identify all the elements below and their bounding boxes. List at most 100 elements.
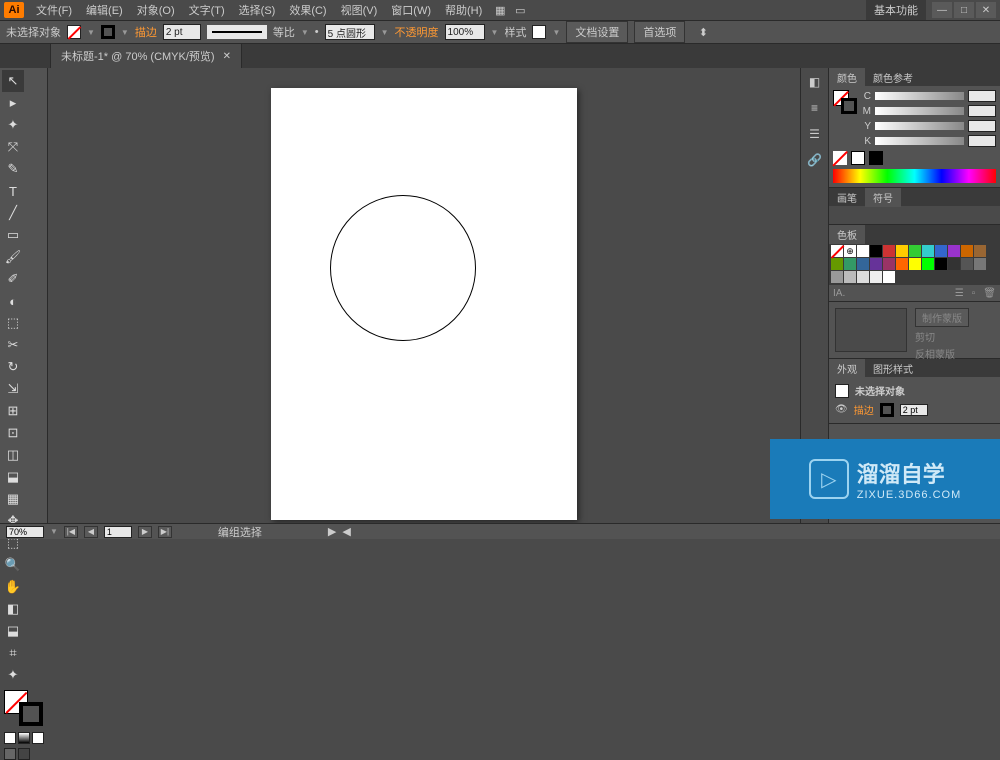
eraser-tool[interactable]: ⬚ (2, 312, 24, 334)
tab-appearance[interactable]: 外观 (829, 359, 865, 378)
blob-brush-tool[interactable]: ◐ (2, 290, 24, 312)
swatch[interactable] (974, 245, 986, 257)
prev-artboard-button[interactable]: ◀ (84, 526, 98, 538)
type-tool[interactable]: T (2, 180, 24, 202)
menu-type[interactable]: 文字(T) (183, 0, 231, 20)
close-tab-icon[interactable]: ✕ (223, 51, 231, 62)
swatch-registration[interactable]: ⊕ (844, 245, 856, 257)
black-swatch[interactable] (869, 151, 883, 165)
menu-object[interactable]: 对象(O) (131, 0, 181, 20)
delete-swatch-icon[interactable]: 🗑 (983, 288, 996, 299)
preferences-button[interactable]: 首选项 (634, 21, 685, 43)
gradient-mode-button[interactable] (18, 732, 30, 744)
selection-tool[interactable]: ↖ (2, 70, 24, 92)
tab-color[interactable]: 颜色 (829, 68, 865, 87)
column-graph-tool[interactable]: ✋ (2, 576, 24, 598)
workspace-switcher[interactable]: 基本功能 (866, 0, 926, 20)
swatch[interactable] (922, 245, 934, 257)
new-swatch-icon[interactable]: ▫ (972, 288, 976, 299)
menu-window[interactable]: 窗口(W) (385, 0, 437, 20)
paintbrush-tool[interactable]: 🖌 (2, 246, 24, 268)
hand-tool[interactable]: ⌗ (2, 642, 24, 664)
white-swatch[interactable] (851, 151, 865, 165)
swatch[interactable] (870, 245, 882, 257)
circle-shape[interactable] (330, 195, 476, 341)
swatch-none[interactable] (831, 245, 843, 257)
swatch-lib-icon[interactable]: IA. (833, 288, 845, 299)
tab-swatches[interactable]: 色板 (829, 225, 865, 244)
swatch[interactable] (844, 271, 856, 283)
c-slider[interactable] (875, 92, 964, 100)
none-mode-button[interactable] (32, 732, 44, 744)
document-tab[interactable]: 未标题-1* @ 70% (CMYK/预览) ✕ (50, 43, 242, 69)
mask-preview[interactable] (835, 308, 907, 352)
swatch[interactable] (870, 258, 882, 270)
swatch[interactable] (909, 258, 921, 270)
swatch[interactable] (883, 271, 895, 283)
menu-edit[interactable]: 编辑(E) (80, 0, 129, 20)
canvas-area[interactable] (48, 68, 800, 523)
brush-profile-input[interactable] (325, 24, 375, 40)
tab-graphic-styles[interactable]: 图形样式 (865, 359, 921, 378)
shape-builder-tool[interactable]: ⊡ (2, 422, 24, 444)
minimize-button[interactable]: — (932, 2, 952, 18)
style-swatch[interactable] (532, 25, 546, 39)
swatch[interactable] (961, 245, 973, 257)
swatch-options-icon[interactable]: ☰ (955, 288, 964, 299)
c-value[interactable] (968, 90, 996, 102)
lasso-tool[interactable]: ⤧ (2, 136, 24, 158)
symbol-sprayer-tool[interactable]: 🔍 (2, 554, 24, 576)
swatch[interactable] (883, 245, 895, 257)
pen-tool[interactable]: ✎ (2, 158, 24, 180)
eye-icon[interactable]: 👁 (835, 404, 848, 415)
gradient-tool[interactable]: ▦ (2, 488, 24, 510)
swatch[interactable] (935, 245, 947, 257)
arrange-icon[interactable]: ▭ (512, 2, 528, 18)
toolbox-stroke-swatch[interactable] (19, 702, 43, 726)
zoom-tool[interactable]: ✦ (2, 664, 24, 686)
last-artboard-button[interactable]: ▶| (158, 526, 172, 538)
width-tool[interactable]: ⇲ (2, 378, 24, 400)
m-value[interactable] (968, 105, 996, 117)
swatch[interactable] (922, 258, 934, 270)
stroke-dropdown-icon[interactable]: ▼ (121, 28, 129, 37)
pencil-tool[interactable]: ✐ (2, 268, 24, 290)
swatch[interactable] (974, 258, 986, 270)
magic-wand-tool[interactable]: ✦ (2, 114, 24, 136)
screen-mode-normal[interactable] (4, 748, 16, 760)
swatch[interactable] (896, 245, 908, 257)
appearance-stroke-swatch[interactable] (880, 403, 894, 417)
first-artboard-button[interactable]: |◀ (64, 526, 78, 538)
color-mode-button[interactable] (4, 732, 16, 744)
swatch[interactable] (883, 258, 895, 270)
fill-stroke-control[interactable] (4, 690, 43, 726)
appearance-stroke-label[interactable]: 描边 (854, 402, 874, 417)
mesh-tool[interactable]: ⬓ (2, 466, 24, 488)
stroke-profile-preview[interactable] (207, 25, 267, 39)
menu-file[interactable]: 文件(F) (30, 0, 78, 20)
menu-select[interactable]: 选择(S) (233, 0, 282, 20)
tab-brushes[interactable]: 画笔 (829, 188, 865, 207)
line-tool[interactable]: ╱ (2, 202, 24, 224)
panel-icon-layers[interactable]: ☰ (805, 124, 825, 144)
rotate-tool[interactable]: ✂ (2, 334, 24, 356)
swatch[interactable] (831, 258, 843, 270)
maximize-button[interactable]: □ (954, 2, 974, 18)
spectrum-picker[interactable] (833, 169, 996, 183)
menu-effect[interactable]: 效果(C) (283, 0, 332, 20)
menu-help[interactable]: 帮助(H) (439, 0, 488, 20)
artboard[interactable] (271, 88, 577, 520)
k-slider[interactable] (875, 137, 964, 145)
fill-dropdown-icon[interactable]: ▼ (87, 28, 95, 37)
swatch[interactable] (961, 258, 973, 270)
slice-tool[interactable]: ⬓ (2, 620, 24, 642)
opacity-input[interactable] (445, 24, 485, 40)
scroll-left-icon[interactable]: ▶ (328, 525, 336, 538)
menu-view[interactable]: 视图(V) (335, 0, 384, 20)
stroke-weight-input[interactable] (163, 24, 201, 40)
artboard-number-input[interactable] (104, 526, 132, 538)
k-value[interactable] (968, 135, 996, 147)
make-mask-button[interactable]: 制作蒙版 (915, 308, 969, 327)
y-slider[interactable] (875, 122, 964, 130)
swatch[interactable] (831, 271, 843, 283)
